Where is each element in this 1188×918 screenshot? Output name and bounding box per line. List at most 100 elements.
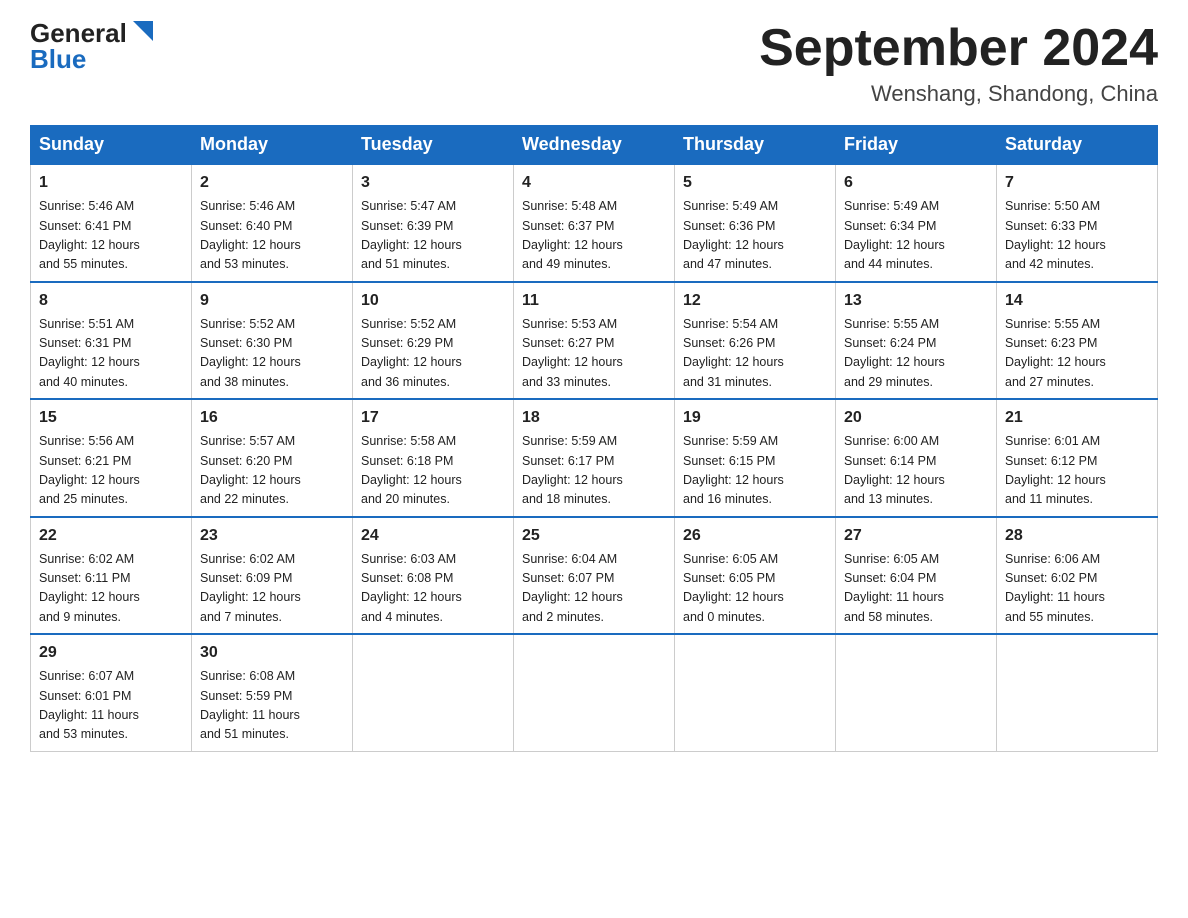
calendar-title-block: September 2024 Wenshang, Shandong, China xyxy=(759,20,1158,107)
day-info: Sunrise: 6:02 AM Sunset: 6:09 PM Dayligh… xyxy=(200,550,344,628)
day-number: 30 xyxy=(200,641,344,665)
day-cell: 30Sunrise: 6:08 AM Sunset: 5:59 PM Dayli… xyxy=(192,634,353,751)
day-info: Sunrise: 6:00 AM Sunset: 6:14 PM Dayligh… xyxy=(844,432,988,510)
day-cell: 21Sunrise: 6:01 AM Sunset: 6:12 PM Dayli… xyxy=(997,399,1158,517)
day-cell: 18Sunrise: 5:59 AM Sunset: 6:17 PM Dayli… xyxy=(514,399,675,517)
day-info: Sunrise: 5:59 AM Sunset: 6:15 PM Dayligh… xyxy=(683,432,827,510)
day-number: 13 xyxy=(844,289,988,313)
day-number: 21 xyxy=(1005,406,1149,430)
day-number: 14 xyxy=(1005,289,1149,313)
day-info: Sunrise: 5:53 AM Sunset: 6:27 PM Dayligh… xyxy=(522,315,666,393)
day-cell xyxy=(836,634,997,751)
day-number: 19 xyxy=(683,406,827,430)
day-cell: 4Sunrise: 5:48 AM Sunset: 6:37 PM Daylig… xyxy=(514,164,675,282)
day-number: 26 xyxy=(683,524,827,548)
day-info: Sunrise: 5:48 AM Sunset: 6:37 PM Dayligh… xyxy=(522,197,666,275)
day-info: Sunrise: 5:59 AM Sunset: 6:17 PM Dayligh… xyxy=(522,432,666,510)
day-cell: 20Sunrise: 6:00 AM Sunset: 6:14 PM Dayli… xyxy=(836,399,997,517)
day-cell: 12Sunrise: 5:54 AM Sunset: 6:26 PM Dayli… xyxy=(675,282,836,400)
day-cell: 14Sunrise: 5:55 AM Sunset: 6:23 PM Dayli… xyxy=(997,282,1158,400)
day-info: Sunrise: 5:50 AM Sunset: 6:33 PM Dayligh… xyxy=(1005,197,1149,275)
day-number: 6 xyxy=(844,171,988,195)
day-cell: 8Sunrise: 5:51 AM Sunset: 6:31 PM Daylig… xyxy=(31,282,192,400)
day-number: 3 xyxy=(361,171,505,195)
calendar-subtitle: Wenshang, Shandong, China xyxy=(759,81,1158,107)
day-cell: 23Sunrise: 6:02 AM Sunset: 6:09 PM Dayli… xyxy=(192,517,353,635)
day-info: Sunrise: 5:55 AM Sunset: 6:23 PM Dayligh… xyxy=(1005,315,1149,393)
day-number: 22 xyxy=(39,524,183,548)
day-info: Sunrise: 5:58 AM Sunset: 6:18 PM Dayligh… xyxy=(361,432,505,510)
day-info: Sunrise: 6:08 AM Sunset: 5:59 PM Dayligh… xyxy=(200,667,344,745)
day-number: 12 xyxy=(683,289,827,313)
day-number: 5 xyxy=(683,171,827,195)
day-number: 23 xyxy=(200,524,344,548)
day-info: Sunrise: 5:46 AM Sunset: 6:40 PM Dayligh… xyxy=(200,197,344,275)
day-info: Sunrise: 5:51 AM Sunset: 6:31 PM Dayligh… xyxy=(39,315,183,393)
day-info: Sunrise: 6:01 AM Sunset: 6:12 PM Dayligh… xyxy=(1005,432,1149,510)
day-number: 11 xyxy=(522,289,666,313)
day-cell: 15Sunrise: 5:56 AM Sunset: 6:21 PM Dayli… xyxy=(31,399,192,517)
day-info: Sunrise: 5:56 AM Sunset: 6:21 PM Dayligh… xyxy=(39,432,183,510)
day-info: Sunrise: 5:55 AM Sunset: 6:24 PM Dayligh… xyxy=(844,315,988,393)
day-number: 25 xyxy=(522,524,666,548)
day-number: 4 xyxy=(522,171,666,195)
logo-triangle-icon xyxy=(129,17,157,45)
day-number: 2 xyxy=(200,171,344,195)
day-info: Sunrise: 5:52 AM Sunset: 6:30 PM Dayligh… xyxy=(200,315,344,393)
col-header-tuesday: Tuesday xyxy=(353,126,514,165)
col-header-wednesday: Wednesday xyxy=(514,126,675,165)
day-cell: 29Sunrise: 6:07 AM Sunset: 6:01 PM Dayli… xyxy=(31,634,192,751)
col-header-saturday: Saturday xyxy=(997,126,1158,165)
day-info: Sunrise: 6:05 AM Sunset: 6:04 PM Dayligh… xyxy=(844,550,988,628)
day-number: 15 xyxy=(39,406,183,430)
day-cell: 10Sunrise: 5:52 AM Sunset: 6:29 PM Dayli… xyxy=(353,282,514,400)
day-cell: 11Sunrise: 5:53 AM Sunset: 6:27 PM Dayli… xyxy=(514,282,675,400)
day-number: 28 xyxy=(1005,524,1149,548)
day-cell: 19Sunrise: 5:59 AM Sunset: 6:15 PM Dayli… xyxy=(675,399,836,517)
day-number: 7 xyxy=(1005,171,1149,195)
day-info: Sunrise: 6:07 AM Sunset: 6:01 PM Dayligh… xyxy=(39,667,183,745)
day-info: Sunrise: 5:49 AM Sunset: 6:34 PM Dayligh… xyxy=(844,197,988,275)
day-cell xyxy=(514,634,675,751)
day-info: Sunrise: 6:06 AM Sunset: 6:02 PM Dayligh… xyxy=(1005,550,1149,628)
day-number: 20 xyxy=(844,406,988,430)
day-cell: 16Sunrise: 5:57 AM Sunset: 6:20 PM Dayli… xyxy=(192,399,353,517)
week-row-5: 29Sunrise: 6:07 AM Sunset: 6:01 PM Dayli… xyxy=(31,634,1158,751)
logo-blue-text: Blue xyxy=(30,46,157,72)
day-number: 1 xyxy=(39,171,183,195)
page-header: General Blue September 2024 Wenshang, Sh… xyxy=(30,20,1158,107)
day-cell: 7Sunrise: 5:50 AM Sunset: 6:33 PM Daylig… xyxy=(997,164,1158,282)
day-info: Sunrise: 5:52 AM Sunset: 6:29 PM Dayligh… xyxy=(361,315,505,393)
day-cell: 27Sunrise: 6:05 AM Sunset: 6:04 PM Dayli… xyxy=(836,517,997,635)
day-cell xyxy=(675,634,836,751)
day-number: 18 xyxy=(522,406,666,430)
day-info: Sunrise: 6:04 AM Sunset: 6:07 PM Dayligh… xyxy=(522,550,666,628)
day-info: Sunrise: 6:05 AM Sunset: 6:05 PM Dayligh… xyxy=(683,550,827,628)
day-info: Sunrise: 5:49 AM Sunset: 6:36 PM Dayligh… xyxy=(683,197,827,275)
col-header-friday: Friday xyxy=(836,126,997,165)
day-cell: 22Sunrise: 6:02 AM Sunset: 6:11 PM Dayli… xyxy=(31,517,192,635)
day-cell xyxy=(997,634,1158,751)
day-info: Sunrise: 5:46 AM Sunset: 6:41 PM Dayligh… xyxy=(39,197,183,275)
day-number: 16 xyxy=(200,406,344,430)
col-header-monday: Monday xyxy=(192,126,353,165)
day-number: 24 xyxy=(361,524,505,548)
week-row-2: 8Sunrise: 5:51 AM Sunset: 6:31 PM Daylig… xyxy=(31,282,1158,400)
week-row-4: 22Sunrise: 6:02 AM Sunset: 6:11 PM Dayli… xyxy=(31,517,1158,635)
day-cell: 17Sunrise: 5:58 AM Sunset: 6:18 PM Dayli… xyxy=(353,399,514,517)
day-info: Sunrise: 5:47 AM Sunset: 6:39 PM Dayligh… xyxy=(361,197,505,275)
day-number: 27 xyxy=(844,524,988,548)
week-row-1: 1Sunrise: 5:46 AM Sunset: 6:41 PM Daylig… xyxy=(31,164,1158,282)
day-cell: 3Sunrise: 5:47 AM Sunset: 6:39 PM Daylig… xyxy=(353,164,514,282)
day-cell: 5Sunrise: 5:49 AM Sunset: 6:36 PM Daylig… xyxy=(675,164,836,282)
day-info: Sunrise: 6:02 AM Sunset: 6:11 PM Dayligh… xyxy=(39,550,183,628)
day-number: 10 xyxy=(361,289,505,313)
day-info: Sunrise: 5:57 AM Sunset: 6:20 PM Dayligh… xyxy=(200,432,344,510)
day-number: 29 xyxy=(39,641,183,665)
day-cell: 9Sunrise: 5:52 AM Sunset: 6:30 PM Daylig… xyxy=(192,282,353,400)
logo-general-text: General xyxy=(30,20,127,46)
week-row-3: 15Sunrise: 5:56 AM Sunset: 6:21 PM Dayli… xyxy=(31,399,1158,517)
logo: General Blue xyxy=(30,20,157,72)
day-info: Sunrise: 6:03 AM Sunset: 6:08 PM Dayligh… xyxy=(361,550,505,628)
day-number: 9 xyxy=(200,289,344,313)
